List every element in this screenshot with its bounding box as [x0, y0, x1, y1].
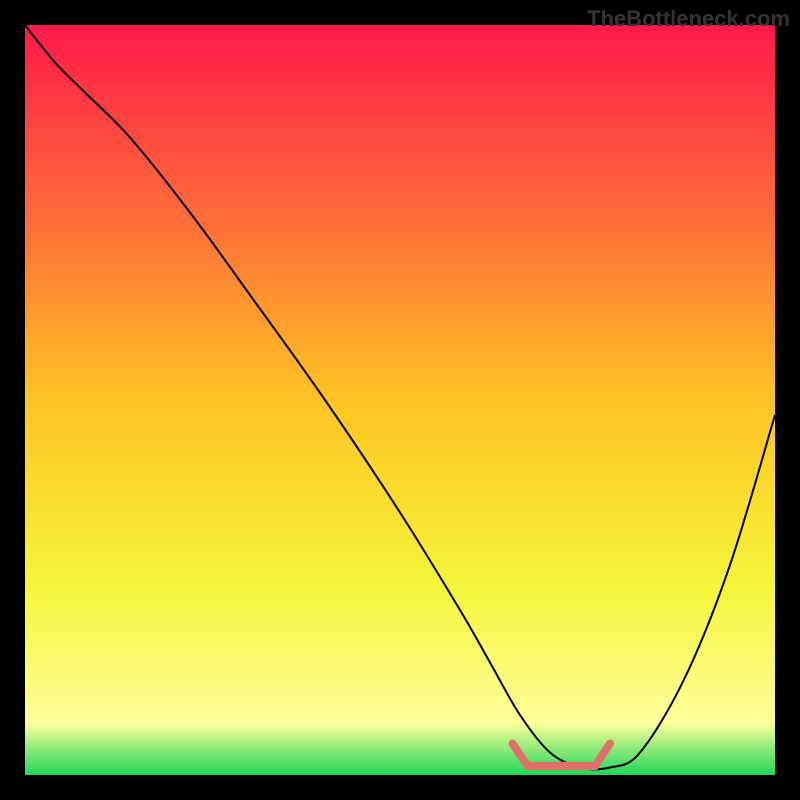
- chart-plot-area: [25, 25, 775, 775]
- gradient-background: [25, 25, 775, 775]
- watermark-text: TheBottleneck.com: [587, 6, 790, 32]
